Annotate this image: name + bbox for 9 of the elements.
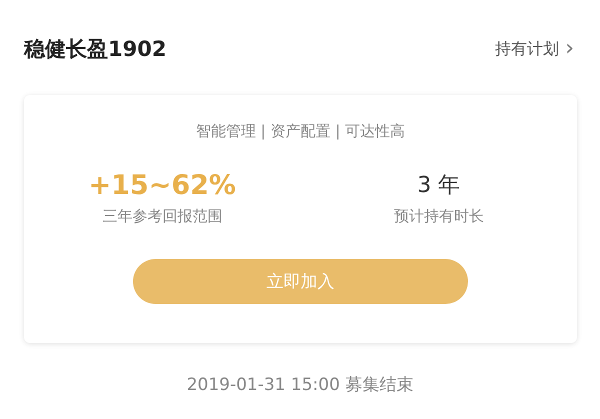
tagline: 智能管理 | 资产配置 | 可达性高 xyxy=(196,122,406,141)
stat-value: 3 年 xyxy=(417,172,460,200)
stat-label: 预计持有时长 xyxy=(394,207,484,226)
stat-label: 三年参考回报范围 xyxy=(102,207,222,226)
end-time-text: 2019-01-31 15:00 募集结束 xyxy=(186,374,414,396)
chevron-icon: › xyxy=(565,38,574,60)
stat-value: +15~62% xyxy=(88,168,236,202)
page-title: 稳健长盈1902 xyxy=(24,36,166,63)
holding-plan-link[interactable]: 持有计划 › xyxy=(495,38,574,60)
